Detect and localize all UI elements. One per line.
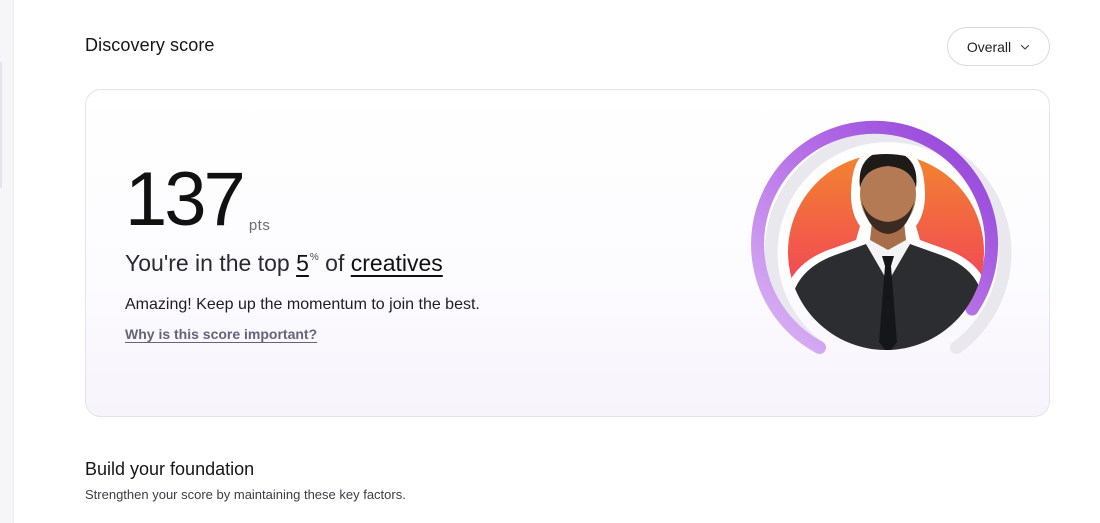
rank-percent-sign: % [309, 252, 319, 263]
score-message: Amazing! Keep up the momentum to join th… [125, 296, 480, 313]
rank-group-link[interactable]: creatives [351, 250, 443, 276]
score-filter-dropdown[interactable]: Overall [947, 27, 1050, 66]
foundation-section-subtitle: Strengthen your score by maintaining the… [85, 487, 406, 502]
why-score-important-link[interactable]: Why is this score important? [125, 326, 317, 342]
score-gauge [751, 120, 1012, 354]
score-display: 137 pts [125, 162, 270, 238]
left-sidebar-rail [0, 0, 14, 523]
score-value: 137 [125, 157, 246, 242]
sidebar-divider [0, 62, 2, 188]
rank-prefix: You're in the top [125, 250, 290, 276]
rank-percent-value: 5 [296, 250, 309, 276]
chevron-down-icon [1021, 44, 1030, 50]
page-title: Discovery score [85, 35, 215, 55]
score-filter-selected: Overall [966, 38, 1012, 55]
foundation-section-title: Build your foundation [85, 459, 255, 479]
rank-statement: You're in the top 5% of creatives [125, 250, 443, 277]
score-unit: pts [248, 217, 271, 234]
rank-middle: of [325, 250, 345, 276]
discovery-score-card: 137 pts You're in the top 5% of creative… [85, 89, 1050, 417]
